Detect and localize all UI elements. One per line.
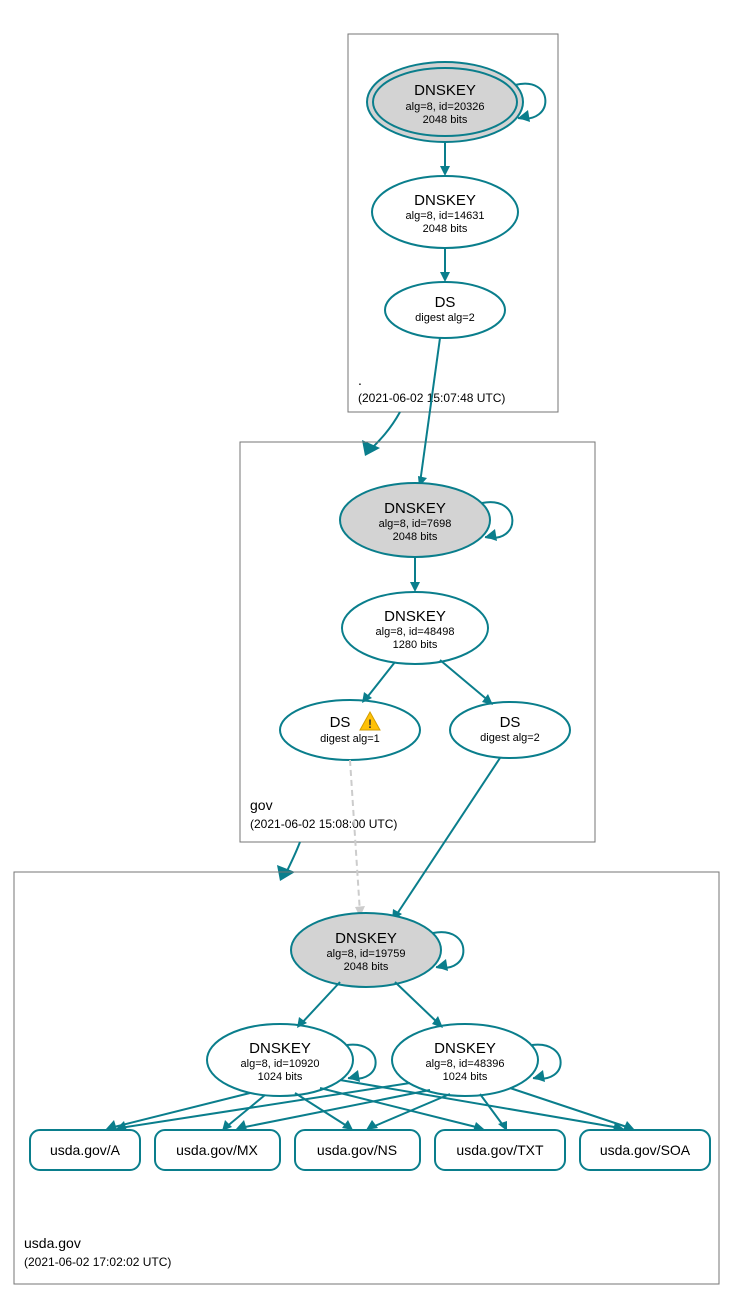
svg-text:DNSKEY: DNSKEY — [434, 1040, 496, 1057]
svg-text:DNSKEY: DNSKEY — [335, 930, 397, 947]
svg-text:usda.gov/SOA: usda.gov/SOA — [600, 1142, 691, 1158]
svg-text:digest alg=1: digest alg=1 — [320, 733, 380, 745]
edge-usda-ksk-zsk2 — [395, 982, 440, 1025]
svg-text:1280 bits: 1280 bits — [393, 639, 438, 651]
node-usda-ksk[interactable]: DNSKEY alg=8, id=19759 2048 bits — [291, 913, 441, 987]
node-gov-ksk[interactable]: DNSKEY alg=8, id=7698 2048 bits — [340, 483, 490, 557]
node-root-ksk[interactable]: DNSKEY alg=8, id=20326 2048 bits — [367, 62, 523, 142]
edge-usda-ksk-zsk1 — [300, 982, 340, 1025]
node-gov-ds2[interactable]: DS digest alg=2 — [450, 702, 570, 758]
svg-text:1024 bits: 1024 bits — [443, 1071, 488, 1083]
svg-text:1024 bits: 1024 bits — [258, 1071, 303, 1083]
svg-text:DNSKEY: DNSKEY — [414, 82, 476, 99]
node-usda-zsk2[interactable]: DNSKEY alg=8, id=48396 1024 bits — [392, 1024, 538, 1096]
svg-text:2048 bits: 2048 bits — [393, 531, 438, 543]
svg-text:2048 bits: 2048 bits — [423, 114, 468, 126]
node-root-zsk[interactable]: DNSKEY alg=8, id=14631 2048 bits — [372, 176, 518, 248]
zone-usda-label: usda.gov — [24, 1235, 81, 1251]
node-usda-zsk1[interactable]: DNSKEY alg=8, id=10920 1024 bits — [207, 1024, 353, 1096]
record-usda-mx[interactable]: usda.gov/MX — [155, 1130, 280, 1170]
svg-text:DNSKEY: DNSKEY — [249, 1040, 311, 1057]
svg-text:DNSKEY: DNSKEY — [384, 608, 446, 625]
record-usda-ns[interactable]: usda.gov/NS — [295, 1130, 420, 1170]
svg-text:DNSKEY: DNSKEY — [384, 500, 446, 517]
node-root-ds[interactable]: DS digest alg=2 — [385, 282, 505, 338]
record-usda-a[interactable]: usda.gov/A — [30, 1130, 140, 1170]
zone-gov-time: (2021-06-02 15:08:00 UTC) — [250, 817, 397, 831]
svg-text:alg=8, id=20326: alg=8, id=20326 — [406, 101, 485, 113]
svg-text:alg=8, id=19759: alg=8, id=19759 — [327, 948, 406, 960]
node-gov-ds1[interactable]: DS digest alg=1 ! — [280, 700, 420, 760]
node-gov-zsk[interactable]: DNSKEY alg=8, id=48498 1280 bits — [342, 592, 488, 664]
svg-text:DS: DS — [435, 294, 456, 311]
zone-root-label: . — [358, 372, 362, 388]
edge-gov-zsk-ds1 — [365, 662, 395, 700]
svg-text:2048 bits: 2048 bits — [344, 961, 389, 973]
edge-gov-ds2-usda-ksk — [395, 758, 500, 917]
zone-usda-time: (2021-06-02 17:02:02 UTC) — [24, 1255, 171, 1269]
edge-root-ds-gov-ksk — [420, 338, 440, 483]
zone-gov-label: gov — [250, 797, 273, 813]
svg-text:usda.gov/A: usda.gov/A — [50, 1142, 121, 1158]
svg-text:alg=8, id=14631: alg=8, id=14631 — [406, 210, 485, 222]
edge-gov-zsk-ds2 — [440, 660, 490, 702]
svg-text:2048 bits: 2048 bits — [423, 223, 468, 235]
dnssec-graph: . (2021-06-02 15:07:48 UTC) DNSKEY alg=8… — [0, 0, 731, 1299]
record-usda-txt[interactable]: usda.gov/TXT — [435, 1130, 565, 1170]
svg-text:alg=8, id=7698: alg=8, id=7698 — [379, 518, 452, 530]
svg-text:DS: DS — [330, 714, 351, 731]
svg-text:alg=8, id=10920: alg=8, id=10920 — [241, 1058, 320, 1070]
edge-gov-ds1-usda-ksk — [350, 760, 360, 913]
svg-text:digest alg=2: digest alg=2 — [480, 732, 540, 744]
delegation-arrow-root-gov — [370, 412, 400, 450]
svg-text:DS: DS — [500, 714, 521, 731]
svg-text:usda.gov/MX: usda.gov/MX — [176, 1142, 258, 1158]
svg-text:usda.gov/TXT: usda.gov/TXT — [456, 1142, 544, 1158]
svg-text:usda.gov/NS: usda.gov/NS — [317, 1142, 397, 1158]
svg-text:DNSKEY: DNSKEY — [414, 192, 476, 209]
record-usda-soa[interactable]: usda.gov/SOA — [580, 1130, 710, 1170]
svg-text:alg=8, id=48396: alg=8, id=48396 — [426, 1058, 505, 1070]
svg-text:digest alg=2: digest alg=2 — [415, 312, 475, 324]
svg-text:alg=8, id=48498: alg=8, id=48498 — [376, 626, 455, 638]
svg-text:!: ! — [368, 717, 372, 731]
